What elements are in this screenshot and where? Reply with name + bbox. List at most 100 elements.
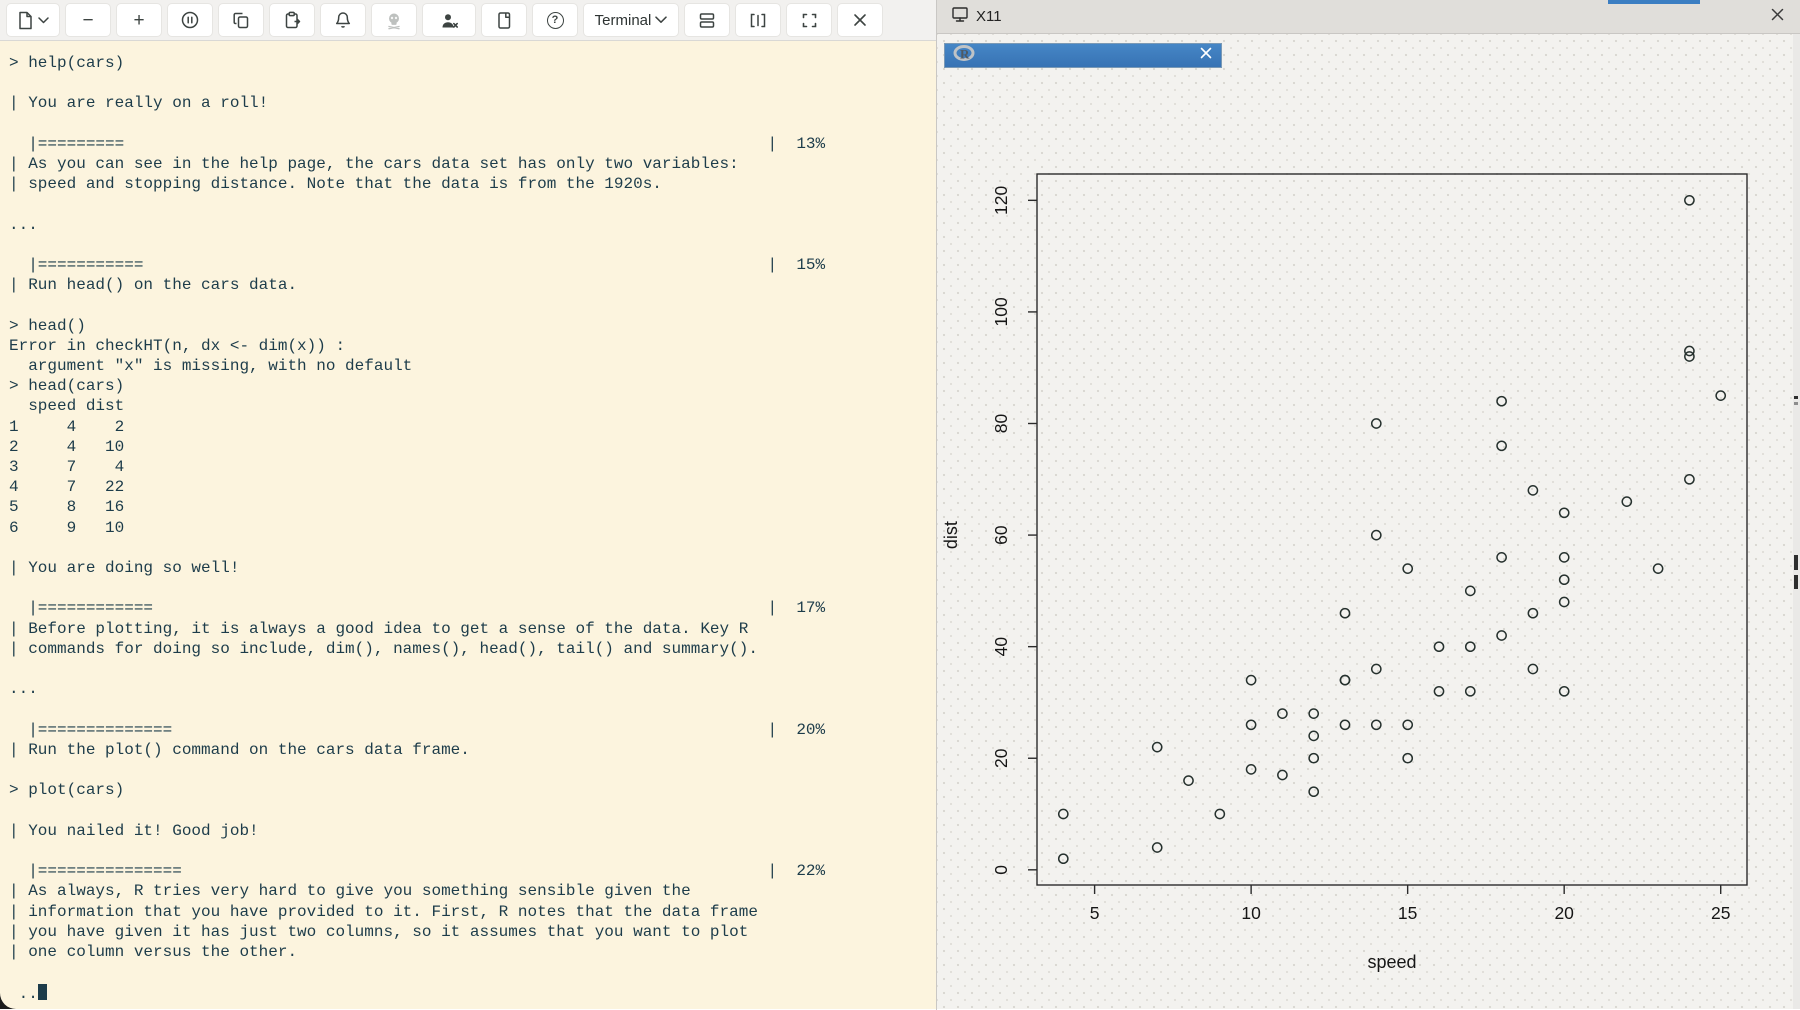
plus-icon: + (133, 11, 144, 30)
terminal-output: > help(cars) | You are really on a roll!… (0, 41, 936, 1005)
data-point (1685, 475, 1694, 484)
data-point (1059, 854, 1068, 863)
svg-text:100: 100 (991, 297, 1011, 326)
fullscreen-icon (800, 11, 819, 30)
data-point (1247, 765, 1256, 774)
terminal-screen[interactable]: > help(cars) | You are really on a roll!… (0, 41, 936, 1009)
monitor-icon (951, 5, 969, 28)
minus-icon: − (82, 11, 93, 30)
pause-icon (180, 10, 200, 30)
data-point (1716, 391, 1725, 400)
data-point (1340, 609, 1349, 618)
data-point (1497, 441, 1506, 450)
zoom-out-button[interactable]: − (65, 3, 111, 37)
data-point (1560, 597, 1569, 606)
journal-icon (495, 11, 513, 30)
data-point (1153, 843, 1162, 852)
x11-pane: X11 R 510152025020406080100120s (936, 0, 1800, 1010)
x11-header: X11 (937, 0, 1800, 34)
split-vertical-button[interactable] (735, 3, 781, 37)
x11-desktop: R 510152025020406080100120speeddist (937, 34, 1800, 1009)
data-point (1466, 586, 1475, 595)
x-axis-label: speed (1367, 952, 1416, 972)
data-point (1403, 754, 1412, 763)
scrollbar-strip[interactable] (1793, 34, 1800, 1009)
new-tab-button[interactable] (6, 3, 60, 37)
copy-button[interactable] (218, 3, 264, 37)
terminal-cursor (38, 984, 47, 1000)
x11-tab-title: X11 (976, 8, 1002, 25)
svg-text:25: 25 (1711, 903, 1730, 923)
bell-button[interactable] (320, 3, 366, 37)
data-point (1372, 531, 1381, 540)
data-point (1247, 720, 1256, 729)
plot-frame (1037, 174, 1747, 885)
skull-icon (384, 11, 404, 30)
data-point (1434, 642, 1443, 651)
split-horizontal-button[interactable] (684, 3, 730, 37)
x11-close-button[interactable] (1769, 6, 1786, 28)
svg-text:15: 15 (1398, 903, 1417, 923)
terminal-pane: − + (0, 0, 936, 1010)
svg-text:10: 10 (1241, 903, 1261, 923)
data-point (1466, 642, 1475, 651)
data-point (1309, 787, 1318, 796)
data-point (1340, 676, 1349, 685)
data-point (1403, 564, 1412, 573)
new-file-icon (17, 11, 34, 30)
r-scatter-plot: 510152025020406080100120speeddist (937, 34, 1800, 1009)
data-point (1654, 564, 1663, 573)
svg-text:120: 120 (991, 185, 1011, 214)
data-point (1184, 776, 1193, 785)
data-point (1372, 419, 1381, 428)
svg-text:60: 60 (991, 525, 1011, 545)
chevron-down-icon (38, 17, 49, 24)
svg-text:20: 20 (1554, 903, 1574, 923)
data-point (1560, 508, 1569, 517)
data-point (1372, 720, 1381, 729)
save-log-button[interactable] (481, 3, 527, 37)
terminal-dropdown-label: Terminal (595, 12, 652, 29)
data-point (1059, 809, 1068, 818)
split-horizontal-icon (697, 11, 717, 30)
data-point (1372, 664, 1381, 673)
close-pane-button[interactable] (837, 3, 883, 37)
data-point (1497, 397, 1506, 406)
pause-button[interactable] (167, 3, 213, 37)
data-point (1560, 553, 1569, 562)
kill-process-button[interactable] (371, 3, 417, 37)
data-point (1685, 346, 1694, 355)
data-point (1497, 553, 1506, 562)
data-point (1622, 497, 1631, 506)
data-point (1528, 609, 1537, 618)
terminal-toolbar: − + (0, 0, 936, 41)
data-point (1466, 687, 1475, 696)
svg-text:20: 20 (991, 748, 1011, 768)
data-point (1247, 676, 1256, 685)
fullscreen-button[interactable] (786, 3, 832, 37)
disconnect-user-button[interactable] (422, 3, 476, 37)
help-button[interactable]: ? (532, 3, 578, 37)
close-icon (852, 12, 868, 28)
data-point (1309, 754, 1318, 763)
chevron-down-icon (655, 16, 667, 24)
data-point (1560, 687, 1569, 696)
svg-text:0: 0 (991, 865, 1011, 875)
data-point (1278, 770, 1287, 779)
svg-text:80: 80 (991, 413, 1011, 433)
y-axis-label: dist (941, 521, 961, 549)
data-point (1497, 631, 1506, 640)
tab-accent-bar (1608, 0, 1700, 4)
data-point (1278, 709, 1287, 718)
data-point (1434, 687, 1443, 696)
split-vertical-icon (748, 11, 768, 30)
data-point (1528, 664, 1537, 673)
data-point (1403, 720, 1412, 729)
copy-icon (232, 11, 251, 30)
paste-button[interactable] (269, 3, 315, 37)
help-icon: ? (547, 12, 564, 29)
zoom-in-button[interactable]: + (116, 3, 162, 37)
data-point (1309, 731, 1318, 740)
terminal-mode-dropdown[interactable]: Terminal (583, 3, 679, 37)
data-point (1528, 486, 1537, 495)
